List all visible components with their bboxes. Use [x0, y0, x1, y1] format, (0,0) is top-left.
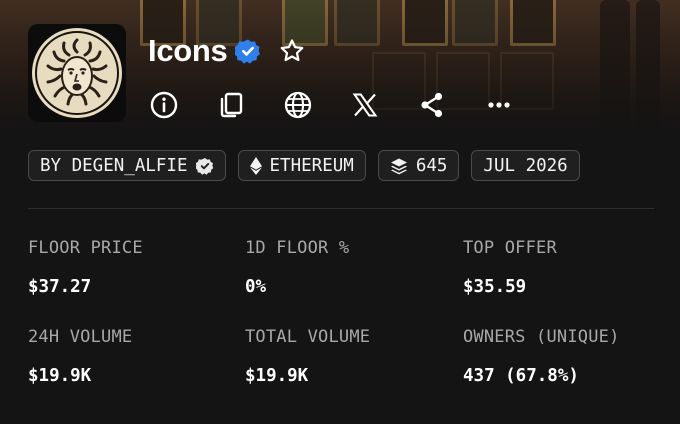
- stat-1d-floor-change: 1D FLOOR % 0%: [245, 238, 460, 297]
- favorite-star-icon[interactable]: [279, 38, 305, 64]
- stat-label: 1D FLOOR %: [245, 238, 350, 258]
- section-divider: [28, 208, 654, 209]
- stat-value: $35.59: [463, 277, 527, 297]
- x-logo-icon[interactable]: [349, 89, 381, 121]
- verified-badge-icon: [195, 157, 214, 175]
- collection-avatar[interactable]: [28, 24, 126, 122]
- creator-label: BY DEGEN_ALFIE: [40, 155, 188, 176]
- collection-actions: [148, 88, 515, 122]
- stat-total-volume: TOTAL VOLUME $19.9K: [245, 327, 460, 386]
- created-date: JUL 2026: [483, 155, 568, 176]
- stat-value: $19.9K: [245, 366, 309, 386]
- stat-value: $19.9K: [28, 366, 92, 386]
- ethereum-icon: [249, 156, 262, 175]
- stat-label: OWNERS (UNIQUE): [463, 327, 620, 347]
- creator-chip[interactable]: BY DEGEN_ALFIE: [28, 150, 226, 181]
- stat-owners: OWNERS (UNIQUE) 437 (67.8%): [463, 327, 678, 386]
- info-icon[interactable]: [148, 89, 180, 121]
- layers-icon: [390, 157, 408, 175]
- chain-chip[interactable]: ETHEREUM: [237, 150, 366, 181]
- chain-label: ETHEREUM: [269, 155, 354, 176]
- verified-badge-icon: [234, 38, 261, 64]
- stat-24h-volume: 24H VOLUME $19.9K: [28, 327, 243, 386]
- more-options-icon[interactable]: [483, 89, 515, 121]
- collection-title: Icons: [148, 33, 228, 68]
- globe-icon[interactable]: [282, 89, 314, 121]
- stat-label: TOP OFFER: [463, 238, 557, 258]
- stat-floor-price: FLOOR PRICE $37.27: [28, 238, 243, 297]
- created-date-chip[interactable]: JUL 2026: [471, 150, 580, 181]
- stat-value: 437 (67.8%): [463, 366, 579, 386]
- medusa-logo-icon: [32, 28, 122, 118]
- collection-meta-chips: BY DEGEN_ALFIE ETHEREUM 645 JUL 2026: [28, 150, 592, 181]
- stat-label: FLOOR PRICE: [28, 238, 143, 258]
- share-icon[interactable]: [416, 89, 448, 121]
- stat-value: $37.27: [28, 277, 92, 297]
- collection-title-row: Icons: [148, 32, 305, 70]
- stat-label: 24H VOLUME: [28, 327, 133, 347]
- stat-top-offer: TOP OFFER $35.59: [463, 238, 678, 297]
- items-count: 645: [415, 155, 448, 176]
- stat-value: 0%: [245, 277, 267, 297]
- items-count-chip[interactable]: 645: [377, 150, 460, 181]
- copy-icon[interactable]: [215, 89, 247, 121]
- stat-label: TOTAL VOLUME: [245, 327, 371, 347]
